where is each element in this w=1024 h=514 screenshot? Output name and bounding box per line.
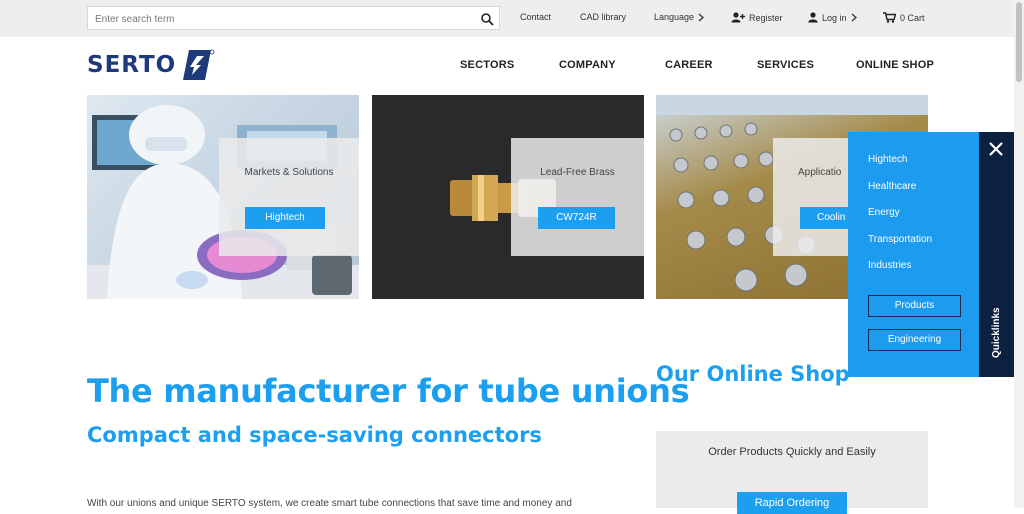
logo-text: SERTO [87,52,177,78]
main-header: SERTO SECTORS COMPANY CAREER SERVICES ON… [0,37,1014,95]
online-shop-heading: Our Online Shop [656,362,850,386]
quicklink-transportation[interactable]: Transportation [868,234,932,245]
quicklinks-tab[interactable]: Quicklinks [979,132,1014,377]
cart-icon [883,12,896,23]
top-utility-bar: Contact CAD library Language Register Lo… [0,0,1014,37]
tile-label: Markets & Solutions [244,167,334,178]
language-label: Language [654,12,695,22]
online-shop-text: Order Products Quickly and Easily [708,446,876,458]
rapid-ordering-button[interactable]: Rapid Ordering [737,492,847,514]
online-shop-box: Order Products Quickly and Easily Rapid … [656,431,928,514]
close-icon[interactable] [989,142,1003,156]
engineering-button[interactable]: Engineering [868,329,961,351]
contact-link[interactable]: Contact [520,12,551,22]
cad-library-label: CAD library [580,12,627,22]
cw724r-button[interactable]: CW724R [538,207,615,229]
tile-overlay [511,138,644,256]
nav-services[interactable]: SERVICES [757,59,814,71]
nav-company[interactable]: COMPANY [559,59,616,71]
nav-career[interactable]: CAREER [665,59,713,71]
quicklink-energy[interactable]: Energy [868,207,900,218]
serto-logo[interactable]: SERTO [87,49,215,81]
cart-link[interactable]: 0 Cart [883,12,925,23]
quicklink-industries[interactable]: Industries [868,260,911,271]
hightech-button[interactable]: Hightech [245,207,325,229]
tile-overlay [219,138,359,256]
nav-online-shop[interactable]: ONLINE SHOP [856,59,934,71]
page-title: The manufacturer for tube unions [87,372,690,410]
chevron-right-icon [851,13,857,22]
cad-library-link[interactable]: CAD library [580,12,626,22]
search-input[interactable] [93,9,477,29]
add-user-icon [731,12,745,23]
tile-lead-free-brass[interactable]: Lead-Free Brass CW724R [372,95,644,299]
tile-hightech[interactable]: Markets & Solutions Hightech [87,95,359,299]
quicklinks-tab-label: Quicklinks [991,307,1002,358]
contact-label: Contact [520,12,552,22]
tile-label: Lead-Free Brass [540,167,615,178]
quicklinks-panel: Hightech Healthcare Energy Transportatio… [848,132,979,377]
language-menu[interactable]: Language [654,12,705,22]
user-icon [808,12,818,23]
search-box [87,6,500,30]
intro-text: With our unions and unique SERTO system,… [87,498,572,509]
serto-emblem-icon [183,49,215,80]
login-menu[interactable]: Log in [808,12,857,23]
cart-label: 0 Cart [900,12,925,23]
register-label: Register [749,12,783,23]
nav-sectors[interactable]: SECTORS [460,59,514,71]
search-icon[interactable] [480,12,494,26]
quicklink-healthcare[interactable]: Healthcare [868,181,916,192]
quicklink-hightech[interactable]: Hightech [868,154,907,165]
page-subtitle: Compact and space-saving connectors [87,423,542,447]
products-button[interactable]: Products [868,295,961,317]
login-label: Log in [822,12,847,23]
page-scrollbar[interactable] [1014,0,1024,508]
register-link[interactable]: Register [731,12,783,23]
scrollbar-thumb[interactable] [1016,2,1022,82]
chevron-right-icon [698,13,705,21]
